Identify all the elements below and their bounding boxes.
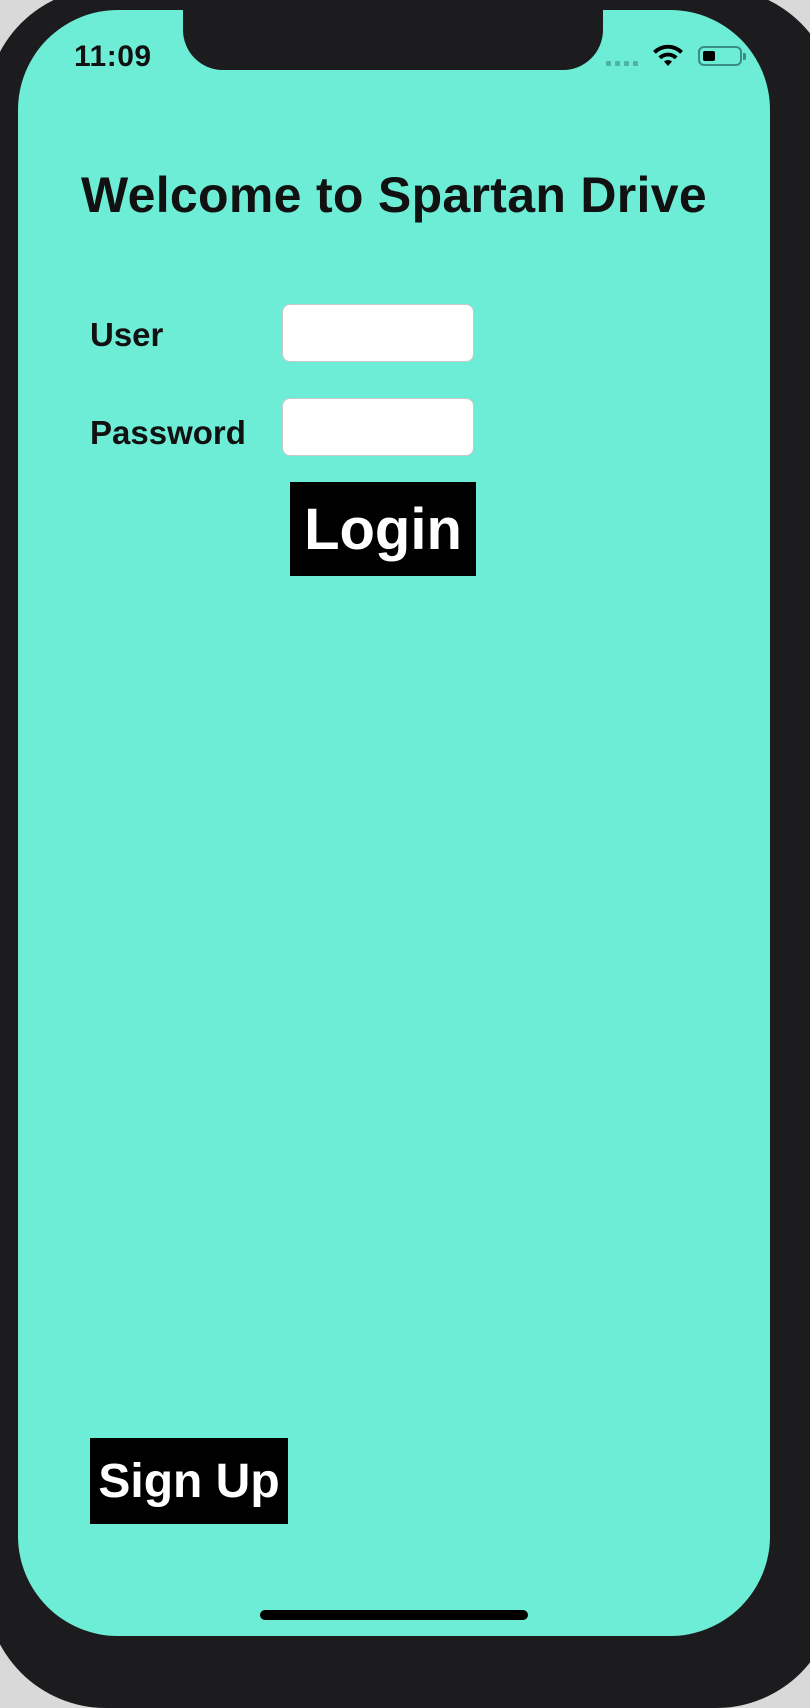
login-button[interactable]: Login: [290, 482, 476, 576]
user-label: User: [90, 316, 164, 353]
home-indicator[interactable]: [260, 1610, 528, 1620]
signal-dots-icon: [606, 46, 638, 66]
wifi-icon: [653, 44, 683, 66]
password-input[interactable]: [282, 398, 474, 456]
battery-icon: [698, 46, 746, 66]
password-label: Password: [90, 414, 246, 451]
status-time: 11:09: [74, 40, 152, 73]
device-notch: [183, 10, 603, 70]
page-title: Welcome to Spartan Drive: [81, 167, 707, 223]
status-icons: [606, 44, 746, 68]
phone-frame: 11:09 Welcome to Spartan Drive User Pass…: [0, 0, 810, 1708]
battery-level: [703, 51, 715, 61]
app-screen: 11:09 Welcome to Spartan Drive User Pass…: [18, 10, 770, 1636]
user-input[interactable]: [282, 304, 474, 362]
signup-button[interactable]: Sign Up: [90, 1438, 288, 1524]
